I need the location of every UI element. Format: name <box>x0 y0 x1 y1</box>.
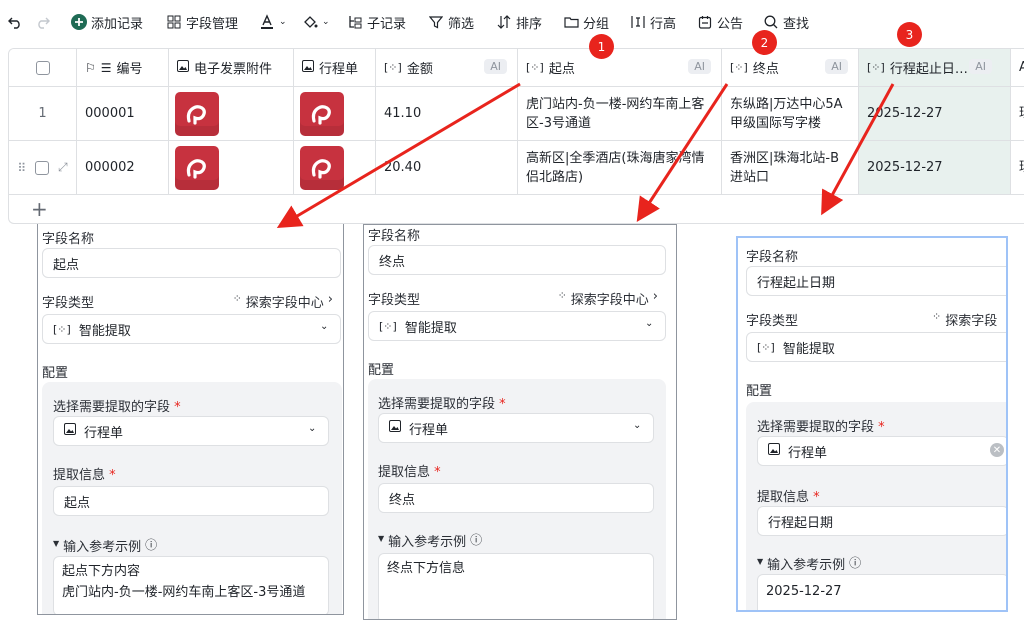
arrow-to-start-panel <box>276 82 521 229</box>
annotation-arrows <box>276 82 895 229</box>
arrow-to-date-panel <box>821 83 895 216</box>
arrow-to-end-panel <box>636 83 729 223</box>
